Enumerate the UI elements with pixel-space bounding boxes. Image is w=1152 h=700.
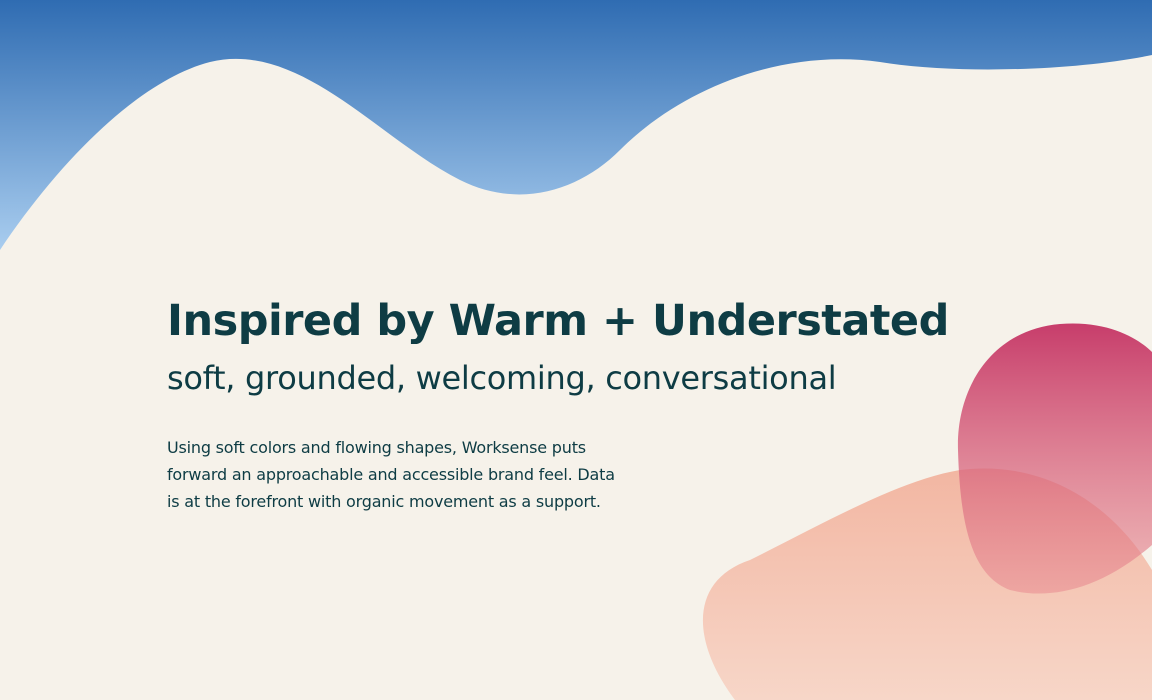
subheadline: soft, grounded, welcoming, conversationa… — [167, 359, 837, 397]
sky-wave-shape — [0, 0, 1152, 250]
body-line: forward an approachable and accessible b… — [167, 465, 615, 484]
text-block: Inspired by Warm + Understated soft, gro… — [167, 292, 949, 515]
magenta-blob-shape — [957, 323, 1152, 594]
headline: Inspired by Warm + Understated — [167, 296, 949, 346]
slide-canvas: Inspired by Warm + Understated soft, gro… — [0, 0, 1152, 700]
body-line: is at the forefront with organic movemen… — [167, 492, 601, 511]
body-line: Using soft colors and flowing shapes, Wo… — [167, 438, 586, 457]
body-paragraph: Using soft colors and flowing shapes, Wo… — [167, 434, 707, 515]
